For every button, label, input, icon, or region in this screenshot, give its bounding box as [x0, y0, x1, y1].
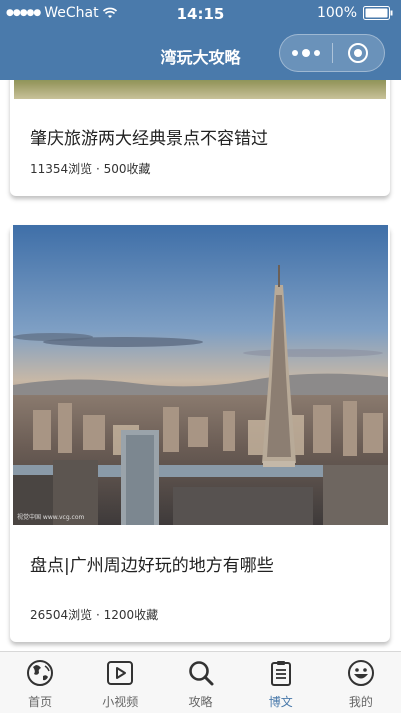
battery-icon: [363, 6, 393, 20]
status-bar: ●●●●● WeChat 14:15 100%: [0, 0, 401, 28]
tab-posts[interactable]: 博文: [241, 652, 321, 713]
tab-videos[interactable]: 小视频: [80, 652, 160, 713]
article-cover-image[interactable]: 视觉中国 www.vcg.com: [13, 225, 388, 525]
photo-watermark: 视觉中国 www.vcg.com: [17, 513, 85, 521]
tab-bar: 首页 小视频 攻略 博文 我的: [0, 651, 401, 713]
tab-profile[interactable]: 我的: [321, 652, 401, 713]
battery-percent: 100%: [316, 5, 357, 21]
tab-label: 小视频: [102, 695, 139, 709]
article-stats: 11354浏览 · 500收藏: [30, 162, 151, 176]
tab-home[interactable]: 首页: [0, 652, 80, 713]
globe-icon: [27, 660, 54, 686]
target-icon: [348, 43, 369, 63]
tab-label: 博文: [268, 695, 293, 709]
search-icon: [188, 661, 213, 686]
article-title[interactable]: 肇庆旅游两大经典景点不容错过: [30, 124, 268, 149]
article-title[interactable]: 盘点|广州周边好玩的地方有哪些: [30, 551, 274, 576]
article-stats: 26504浏览 · 1200收藏: [30, 608, 159, 622]
close-button[interactable]: [332, 35, 384, 71]
mini-program-capsule: [279, 34, 385, 72]
article-cover-image[interactable]: [14, 80, 386, 99]
article-card[interactable]: 视觉中国 www.vcg.com 盘点|广州周边好玩的地方有哪些 26504浏览…: [10, 225, 390, 642]
tab-guides[interactable]: 攻略: [160, 652, 240, 713]
play-icon: [107, 661, 134, 685]
tab-label: 攻略: [188, 695, 213, 709]
article-card[interactable]: 肇庆旅游两大经典景点不容错过 11354浏览 · 500收藏: [10, 80, 390, 196]
more-button[interactable]: [280, 35, 332, 71]
article-list[interactable]: 肇庆旅游两大经典景点不容错过 11354浏览 · 500收藏 视觉中国 www.…: [0, 80, 401, 651]
clipboard-icon: [270, 661, 291, 686]
nav-bar: 湾玩大攻略: [0, 28, 401, 80]
tab-label: 我的: [348, 695, 373, 709]
tab-label: 首页: [28, 695, 53, 709]
status-right: 100%: [317, 5, 393, 21]
smiley-icon: [347, 660, 374, 686]
